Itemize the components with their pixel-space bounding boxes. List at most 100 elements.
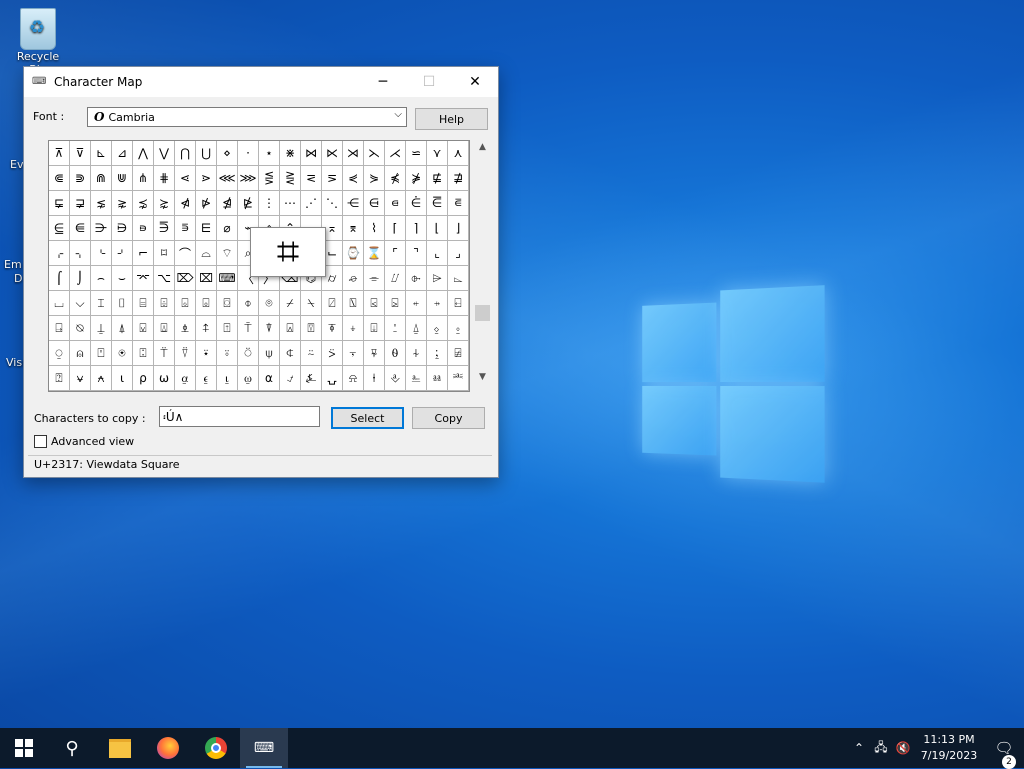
character-cell[interactable]: ⋋	[364, 141, 385, 166]
character-cell[interactable]: ⋚	[259, 166, 280, 191]
character-cell[interactable]: ⍰	[49, 366, 70, 391]
character-cell[interactable]: ⌰	[385, 266, 406, 291]
character-cell[interactable]: ⋃	[196, 141, 217, 166]
character-cell[interactable]: ⌱	[406, 266, 427, 291]
character-cell[interactable]: ⋄	[217, 141, 238, 166]
character-cell[interactable]: ⌊	[427, 216, 448, 241]
character-cell[interactable]: ⍸	[217, 366, 238, 391]
character-cell[interactable]: ⌵	[70, 291, 91, 316]
character-cell[interactable]: ⍹	[238, 366, 259, 391]
select-button[interactable]: Select	[331, 407, 404, 429]
character-cell[interactable]: ⌔	[217, 241, 238, 266]
character-cell[interactable]: ⋆	[259, 141, 280, 166]
character-cell[interactable]: ⊾	[91, 141, 112, 166]
character-cell[interactable]: ⌣	[112, 266, 133, 291]
character-cell[interactable]: ⋹	[70, 216, 91, 241]
character-cell[interactable]: ⋅	[238, 141, 259, 166]
desktop-shortcut-d[interactable]: D	[14, 272, 22, 285]
character-cell[interactable]: ⋇	[280, 141, 301, 166]
character-cell[interactable]: ⍬	[385, 341, 406, 366]
character-cell[interactable]: ⋷	[448, 191, 469, 216]
character-cell[interactable]: ⌟	[448, 241, 469, 266]
character-cell[interactable]: ⋫	[196, 191, 217, 216]
character-cell[interactable]: ⍎	[175, 316, 196, 341]
character-cell[interactable]: ⍼	[301, 366, 322, 391]
character-cell[interactable]: ⊽	[70, 141, 91, 166]
character-cell[interactable]: ⍮	[427, 341, 448, 366]
character-cell[interactable]: ⍩	[322, 341, 343, 366]
character-cell[interactable]: ⋿	[196, 216, 217, 241]
character-cell[interactable]: ⌷	[112, 291, 133, 316]
character-cell[interactable]: ⊼	[49, 141, 70, 166]
character-cell[interactable]: ⌐	[133, 241, 154, 266]
character-cell[interactable]: ⍗	[364, 316, 385, 341]
grid-scrollbar[interactable]: ▲ ▼	[474, 140, 491, 390]
file-explorer-button[interactable]	[96, 728, 144, 768]
character-cell[interactable]: ⌉	[406, 216, 427, 241]
character-cell[interactable]: ⋎	[427, 141, 448, 166]
maximize-button[interactable]: ☐	[406, 67, 452, 97]
character-cell[interactable]: ⍟	[112, 341, 133, 366]
character-cell[interactable]: ⋤	[49, 191, 70, 216]
character-cell[interactable]: ⍺	[259, 366, 280, 391]
character-cell[interactable]: ⋟	[364, 166, 385, 191]
character-cell[interactable]: ⍛	[448, 316, 469, 341]
character-cell[interactable]: ⋰	[301, 191, 322, 216]
character-cell[interactable]: ⌢	[91, 266, 112, 291]
character-cell[interactable]: ⋠	[385, 166, 406, 191]
character-cell[interactable]: ⎁	[406, 366, 427, 391]
character-cell[interactable]: ⋴	[385, 191, 406, 216]
character-cell[interactable]: ⍧	[280, 341, 301, 366]
character-cell[interactable]: ⋳	[364, 191, 385, 216]
character-cell[interactable]: ⍿	[364, 366, 385, 391]
character-cell[interactable]: ⍕	[322, 316, 343, 341]
character-cell[interactable]: ⌜	[385, 241, 406, 266]
character-cell[interactable]: ⋽	[154, 216, 175, 241]
character-cell[interactable]: ⌚	[343, 241, 364, 266]
title-bar[interactable]: ⌨ Character Map ─ ☐ ✕	[24, 67, 498, 97]
character-cell[interactable]: ⍚	[427, 316, 448, 341]
character-cell[interactable]: ⋡	[406, 166, 427, 191]
character-cell[interactable]: ⊿	[112, 141, 133, 166]
character-cell[interactable]: ⍦	[259, 341, 280, 366]
character-cell[interactable]: ⍅	[406, 291, 427, 316]
character-cell[interactable]: ⌡	[70, 266, 91, 291]
firefox-button[interactable]	[144, 728, 192, 768]
character-cell[interactable]: ⍖	[343, 316, 364, 341]
character-cell[interactable]: ⌍	[70, 241, 91, 266]
character-cell[interactable]: ⋘	[217, 166, 238, 191]
start-button[interactable]	[0, 728, 48, 768]
character-cell[interactable]: ⌏	[112, 241, 133, 266]
character-cell[interactable]: ⌛	[364, 241, 385, 266]
character-cell[interactable]: ⋊	[343, 141, 364, 166]
character-cell[interactable]: ⋞	[343, 166, 364, 191]
font-dropdown[interactable]: O Cambria ⌵	[87, 107, 407, 127]
character-cell[interactable]: ⌯	[364, 266, 385, 291]
character-cell[interactable]: ⌦	[175, 266, 196, 291]
character-cell[interactable]: ⋵	[406, 191, 427, 216]
character-cell[interactable]: ⍾	[343, 366, 364, 391]
character-cell[interactable]: ⌞	[427, 241, 448, 266]
character-cell[interactable]: ⋍	[406, 141, 427, 166]
character-cell[interactable]: ⋒	[91, 166, 112, 191]
clock[interactable]: 11:13 PM 7/19/2023	[914, 732, 984, 764]
character-cell[interactable]: ⍯	[448, 341, 469, 366]
character-cell[interactable]: ⌳	[448, 266, 469, 291]
character-cell[interactable]: ⍊	[91, 316, 112, 341]
search-button[interactable]: ⚲	[48, 728, 96, 768]
character-cell[interactable]: ⌆	[343, 216, 364, 241]
character-cell[interactable]: ⍢	[175, 341, 196, 366]
character-cell[interactable]: ⋕	[154, 166, 175, 191]
character-cell[interactable]: ⋲	[343, 191, 364, 216]
character-cell[interactable]: ⌼	[217, 291, 238, 316]
character-cell[interactable]: ⌈	[385, 216, 406, 241]
network-icon[interactable]: 🖧	[870, 738, 892, 759]
character-cell[interactable]: ⍳	[112, 366, 133, 391]
scroll-up-icon[interactable]: ▲	[474, 142, 491, 158]
character-cell[interactable]: ⍵	[154, 366, 175, 391]
character-cell[interactable]: ⋨	[133, 191, 154, 216]
character-cell[interactable]: ⋺	[91, 216, 112, 241]
character-cell[interactable]: ⋙	[238, 166, 259, 191]
character-cell[interactable]: ⌧	[196, 266, 217, 291]
character-cell[interactable]: ⋩	[154, 191, 175, 216]
